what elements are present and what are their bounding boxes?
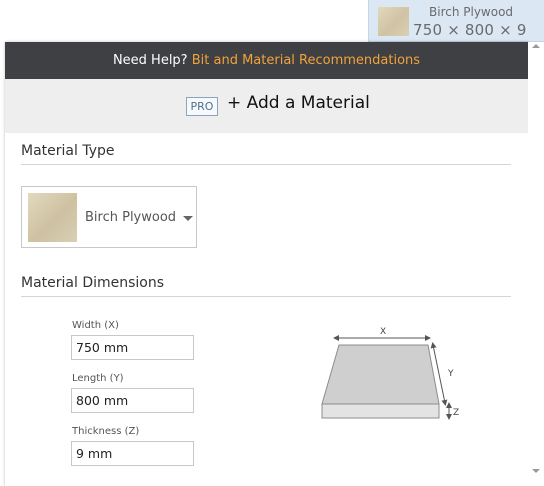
- thickness-input[interactable]: [71, 441, 194, 466]
- current-material-button[interactable]: Birch Plywood 750 × 800 × 9 mm: [368, 0, 544, 57]
- add-material-panel: Need Help? Bit and Material Recommendati…: [5, 42, 528, 486]
- scrollbar[interactable]: [528, 42, 544, 486]
- current-material-name: Birch Plywood: [429, 5, 514, 19]
- length-label: Length (Y): [72, 373, 124, 384]
- material-dimensions-diagram: X Y Z: [321, 327, 459, 420]
- thickness-label: Thickness (Z): [72, 426, 140, 437]
- material-swatch-thumbnail: [378, 7, 409, 36]
- x-axis-label: X: [380, 327, 386, 337]
- material-dimensions-heading: Material Dimensions: [21, 275, 511, 297]
- width-label: Width (X): [72, 320, 119, 331]
- z-axis-label: Z: [453, 408, 459, 418]
- sheet-front-edge: [321, 403, 440, 419]
- chevron-down-icon: [183, 216, 193, 221]
- material-type-heading: Material Type: [21, 143, 511, 165]
- y-axis-label: Y: [447, 369, 454, 379]
- panel-title[interactable]: + Add a Material: [227, 93, 370, 113]
- length-input[interactable]: [71, 388, 194, 413]
- sheet-top-face: [321, 344, 440, 405]
- scroll-down-icon[interactable]: [532, 469, 540, 473]
- scroll-up-icon[interactable]: [532, 44, 540, 48]
- panel-header: PRO + Add a Material: [5, 79, 528, 133]
- material-type-value: Birch Plywood: [85, 210, 177, 225]
- help-prefix: Need Help?: [112, 53, 188, 68]
- material-swatch: [28, 193, 77, 242]
- width-input[interactable]: [71, 335, 194, 360]
- material-type-select[interactable]: Birch Plywood: [21, 186, 197, 248]
- recommendations-link[interactable]: Bit and Material Recommendations: [192, 53, 420, 68]
- pro-badge: PRO: [186, 97, 218, 116]
- help-bar: Need Help? Bit and Material Recommendati…: [5, 42, 528, 79]
